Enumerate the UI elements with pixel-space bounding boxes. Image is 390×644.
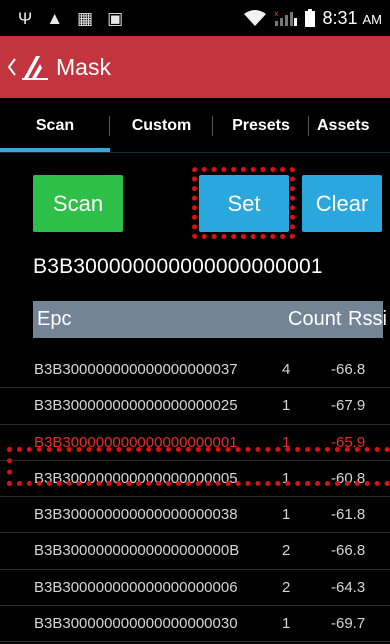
tab-label: Custom — [131, 116, 192, 134]
tab-rule — [0, 152, 390, 153]
clear-button[interactable]: Clear — [302, 175, 382, 232]
table-row[interactable]: B3B300000000000000000005 1 -60.8 — [0, 461, 390, 498]
row-count: 1 — [282, 506, 291, 524]
table-row[interactable]: B3B30000000000000000000B 2 -66.8 — [0, 533, 390, 570]
row-rssi: -66.8 — [331, 542, 366, 560]
row-epc: B3B300000000000000000025 — [34, 397, 238, 415]
tab-label: Presets — [232, 116, 290, 134]
wifi-icon — [244, 10, 267, 26]
battery-icon — [305, 9, 316, 27]
signal-icon: x — [274, 9, 298, 26]
tag-list: B3B300000000000000000037 4 -66.8 B3B3000… — [0, 352, 390, 643]
row-rssi: -69.7 — [331, 615, 366, 633]
scan-button[interactable]: Scan — [33, 175, 123, 232]
mask-value: B3B300000000000000000001 — [33, 255, 323, 278]
row-rssi: -61.8 — [331, 506, 366, 524]
barcode-icon: ▦ — [77, 8, 94, 28]
set-button[interactable]: Set — [199, 175, 289, 232]
row-count: 1 — [282, 397, 291, 415]
row-count: 4 — [282, 361, 291, 378]
row-rssi: -60.8 — [331, 469, 366, 487]
warning-icon: ▲ — [46, 8, 64, 28]
row-epc: B3B300000000000000000006 — [34, 578, 238, 596]
table-row[interactable]: B3B300000000000000000037 4 -66.8 — [0, 352, 390, 389]
tab-assets[interactable]: Assets — [309, 98, 390, 153]
tab-presets[interactable]: Presets — [213, 98, 309, 153]
clock: 8:31 AM — [322, 7, 382, 28]
table-header: Epc Count Rssi — [33, 301, 387, 338]
notification-icons: Ψ ▲ ▦ ▣ — [0, 10, 123, 27]
back-chevron-icon[interactable] — [6, 57, 18, 77]
row-count: 1 — [282, 469, 291, 487]
row-rssi: -67.9 — [331, 397, 366, 415]
table-row-selected[interactable]: B3B300000000000000000001 1 -65.9 — [0, 425, 390, 461]
column-header-epc: Epc — [37, 308, 72, 330]
tab-bar: Scan Custom Presets Assets — [0, 98, 390, 153]
app-logo-icon — [22, 56, 48, 80]
image-icon: ▣ — [107, 8, 124, 28]
row-epc: B3B300000000000000000001 — [34, 433, 238, 451]
row-rssi: -64.3 — [331, 578, 366, 596]
page-title: Mask — [56, 53, 111, 80]
app-bar: Mask — [0, 36, 390, 98]
tab-custom[interactable]: Custom — [110, 98, 213, 153]
column-header-rssi: Rssi — [348, 308, 387, 330]
table-row[interactable]: B3B300000000000000000025 1 -67.9 — [0, 388, 390, 425]
row-count: 2 — [282, 542, 291, 560]
row-epc: B3B300000000000000000037 — [34, 361, 238, 378]
row-count: 2 — [282, 578, 291, 596]
row-epc: B3B30000000000000000000B — [34, 542, 240, 560]
table-row[interactable]: B3B300000000000000000006 2 -64.3 — [0, 570, 390, 607]
status-bar: Ψ ▲ ▦ ▣ x 8:31 AM — [0, 0, 390, 36]
table-row[interactable]: B3B300000000000000000030 1 -69.7 — [0, 606, 390, 643]
svg-text:x: x — [274, 9, 279, 18]
column-header-count: Count — [288, 308, 342, 330]
usb-icon: Ψ — [18, 8, 33, 28]
row-epc: B3B300000000000000000038 — [34, 506, 238, 524]
system-indicators: x 8:31 AM — [244, 0, 382, 36]
tab-label: Scan — [35, 116, 75, 134]
row-count: 1 — [282, 615, 291, 633]
row-epc: B3B300000000000000000030 — [34, 615, 238, 633]
tab-label: Assets — [317, 116, 370, 134]
tab-scan[interactable]: Scan — [0, 98, 110, 153]
row-rssi: -65.9 — [331, 433, 366, 451]
row-count: 1 — [282, 433, 291, 451]
row-epc: B3B300000000000000000005 — [34, 469, 238, 487]
row-rssi: -66.8 — [331, 361, 366, 378]
table-row[interactable]: B3B300000000000000000038 1 -61.8 — [0, 497, 390, 534]
